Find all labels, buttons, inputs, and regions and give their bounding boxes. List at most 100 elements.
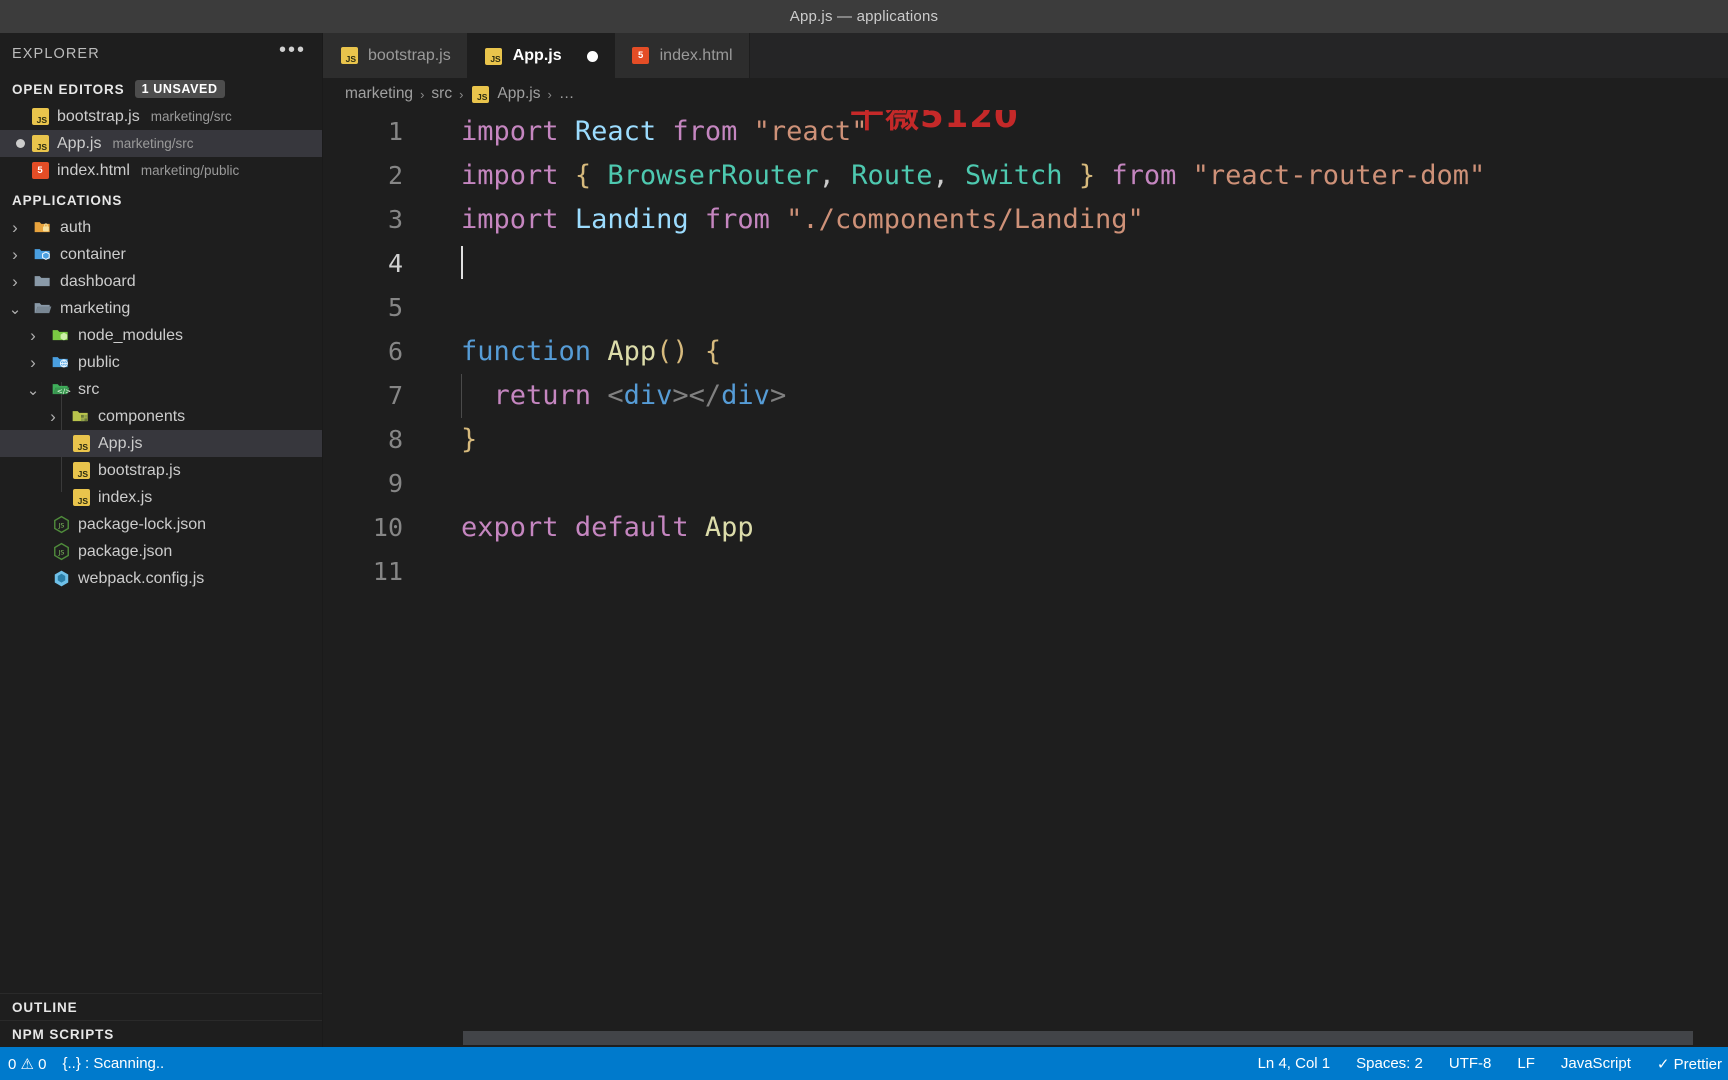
- breadcrumb-item[interactable]: marketing: [345, 85, 413, 103]
- tree-item-label: components: [98, 407, 186, 425]
- open-editor-item[interactable]: JS bootstrap.js marketing/src: [0, 103, 322, 130]
- tab-label: index.html: [659, 46, 733, 64]
- editor-group: JS bootstrap.js JS App.js 5 index.html market…: [323, 33, 1728, 1047]
- more-actions-icon[interactable]: •••: [279, 40, 306, 62]
- code-token: Route: [851, 160, 933, 191]
- folder-icon: [33, 272, 53, 292]
- code-token: "react": [753, 116, 868, 147]
- tree-item-label: marketing: [60, 299, 131, 317]
- folder-cube-icon: [33, 245, 53, 265]
- svg-text:</>: </>: [57, 386, 71, 395]
- status-encoding-label: UTF-8: [1448, 1055, 1492, 1072]
- chevron-down-icon[interactable]: ⌄: [22, 381, 44, 399]
- status-cursor-position[interactable]: Ln 4, Col 1: [1258, 1055, 1331, 1072]
- chevron-down-icon[interactable]: ⌄: [4, 300, 26, 318]
- status-language-mode[interactable]: JavaScript: [1561, 1055, 1631, 1072]
- explorer-title: EXPLORER: [12, 46, 100, 62]
- tree-item-src[interactable]: ⌄ </> src: [0, 376, 322, 403]
- chevron-right-icon[interactable]: ›: [22, 326, 44, 346]
- tree-item-package-lock-json[interactable]: JS package-lock.json: [0, 511, 322, 538]
- breadcrumb-separator-icon: ›: [547, 86, 552, 102]
- tree-item-marketing[interactable]: ⌄ marketing: [0, 295, 322, 322]
- line-number: 8: [387, 425, 403, 454]
- js-file-icon: JS: [30, 107, 50, 127]
- status-prettier-label: ✓ Prettier: [1656, 1055, 1722, 1073]
- folder-globe-icon: [51, 353, 71, 373]
- breadcrumb-separator-icon: ›: [420, 86, 425, 102]
- tree-item-index-js[interactable]: JS index.js: [0, 484, 322, 511]
- tree-item-label: App.js: [98, 434, 143, 452]
- unsaved-dot-icon: [16, 139, 25, 148]
- code-token: import: [461, 160, 559, 191]
- code-token: ,: [818, 160, 835, 191]
- tree-item-package-json[interactable]: JS package.json: [0, 538, 322, 565]
- editor-tab-App-js[interactable]: JS App.js: [467, 33, 615, 78]
- breadcrumb-item[interactable]: App.js: [497, 85, 540, 103]
- status-problems-label: 0 ⚠ 0: [8, 1055, 47, 1073]
- status-problems[interactable]: 0 ⚠ 0: [8, 1055, 46, 1073]
- chevron-right-icon[interactable]: ›: [4, 218, 26, 238]
- applications-label: APPLICATIONS: [12, 192, 123, 208]
- breadcrumb-item[interactable]: …: [559, 85, 575, 103]
- code-token: "react-router-dom": [1192, 160, 1486, 191]
- code-token: div: [721, 380, 770, 411]
- tree-item-bootstrap-js[interactable]: JS bootstrap.js: [0, 457, 322, 484]
- chevron-right-icon[interactable]: ›: [4, 245, 26, 265]
- code-token: return: [493, 380, 592, 411]
- tree-item-webpack-config-js[interactable]: webpack.config.js: [0, 565, 322, 592]
- code-editor[interactable]: 1 import React from "react" 2 import { Brow…: [323, 110, 1728, 1047]
- code-line-content: return <div></div>: [423, 374, 1728, 418]
- chevron-right-icon[interactable]: ›: [42, 407, 64, 427]
- tree-item-container[interactable]: › container: [0, 241, 322, 268]
- npm-scripts-panel-header[interactable]: NPM SCRIPTS: [0, 1020, 322, 1047]
- scrollbar-thumb[interactable]: [463, 1031, 1693, 1045]
- file-tree: › auth › container › dashboard ⌄ marketing › node…: [0, 214, 322, 592]
- editor-tab-bootstrap-js[interactable]: JS bootstrap.js: [323, 33, 468, 78]
- code-line: 4: [323, 242, 1728, 286]
- breadcrumb: marketing › src › JS App.js ›…: [323, 78, 1728, 110]
- status-prettier[interactable]: ✓ Prettier: [1657, 1055, 1722, 1073]
- status-npm-scanning-label: {..} : Scanning..: [62, 1055, 165, 1072]
- code-token: ): [672, 336, 689, 367]
- chevron-right-icon[interactable]: ›: [4, 272, 26, 292]
- tree-item-app-js[interactable]: JS App.js: [0, 430, 322, 457]
- code-line-content: [423, 242, 1728, 286]
- applications-header[interactable]: APPLICATIONS: [0, 186, 322, 214]
- status-indentation[interactable]: Spaces: 2: [1356, 1055, 1423, 1072]
- open-editor-path: marketing/src: [112, 136, 194, 151]
- outline-panel-header[interactable]: OUTLINE: [0, 993, 322, 1020]
- status-npm-scanning[interactable]: {..} : Scanning..: [62, 1055, 164, 1072]
- open-editor-item[interactable]: 5 index.html marketing/public: [0, 157, 322, 184]
- open-editor-item[interactable]: JS App.js marketing/src: [0, 130, 322, 157]
- tree-item-dashboard[interactable]: › dashboard: [0, 268, 322, 295]
- status-bar: 0 ⚠ 0 {..} : Scanning.. Ln 4, Col 1 Spaces…: [0, 1047, 1728, 1080]
- tree-item-auth[interactable]: › auth: [0, 214, 322, 241]
- breadcrumb-item[interactable]: src: [431, 85, 452, 103]
- line-number: 3: [387, 205, 403, 234]
- workbench-body: EXPLORER ••• OPEN EDITORS 1 UNSAVED JS bo…: [0, 33, 1728, 1047]
- svg-text:JS: JS: [57, 522, 64, 529]
- status-encoding[interactable]: UTF-8: [1449, 1055, 1492, 1072]
- editor-tab-index-html[interactable]: 5 index.html: [614, 33, 750, 78]
- tree-item-public[interactable]: › public: [0, 349, 322, 376]
- code-token: >: [769, 380, 787, 411]
- editor-horizontal-scrollbar[interactable]: [323, 1031, 1728, 1047]
- tab-unsaved-dot-icon[interactable]: [586, 50, 598, 62]
- code-token: from: [672, 116, 738, 147]
- breadcrumb-separator-icon: ›: [459, 86, 464, 102]
- code-token: Switch: [965, 160, 1063, 191]
- code-token: import: [461, 204, 559, 235]
- status-eol-label: LF: [1517, 1055, 1535, 1072]
- open-editors-header[interactable]: OPEN EDITORS 1 UNSAVED: [0, 75, 322, 103]
- code-line: 7 return <div></div>: [323, 374, 1728, 418]
- chevron-right-icon[interactable]: ›: [22, 353, 44, 373]
- code-line-content: }: [423, 418, 1728, 462]
- tree-item-node-modules[interactable]: › node_modules: [0, 322, 322, 349]
- tree-item-components[interactable]: › components: [0, 403, 322, 430]
- status-eol[interactable]: LF: [1517, 1055, 1535, 1072]
- status-cursor-position-label: Ln 4, Col 1: [1257, 1055, 1331, 1072]
- code-token: from: [1111, 160, 1177, 191]
